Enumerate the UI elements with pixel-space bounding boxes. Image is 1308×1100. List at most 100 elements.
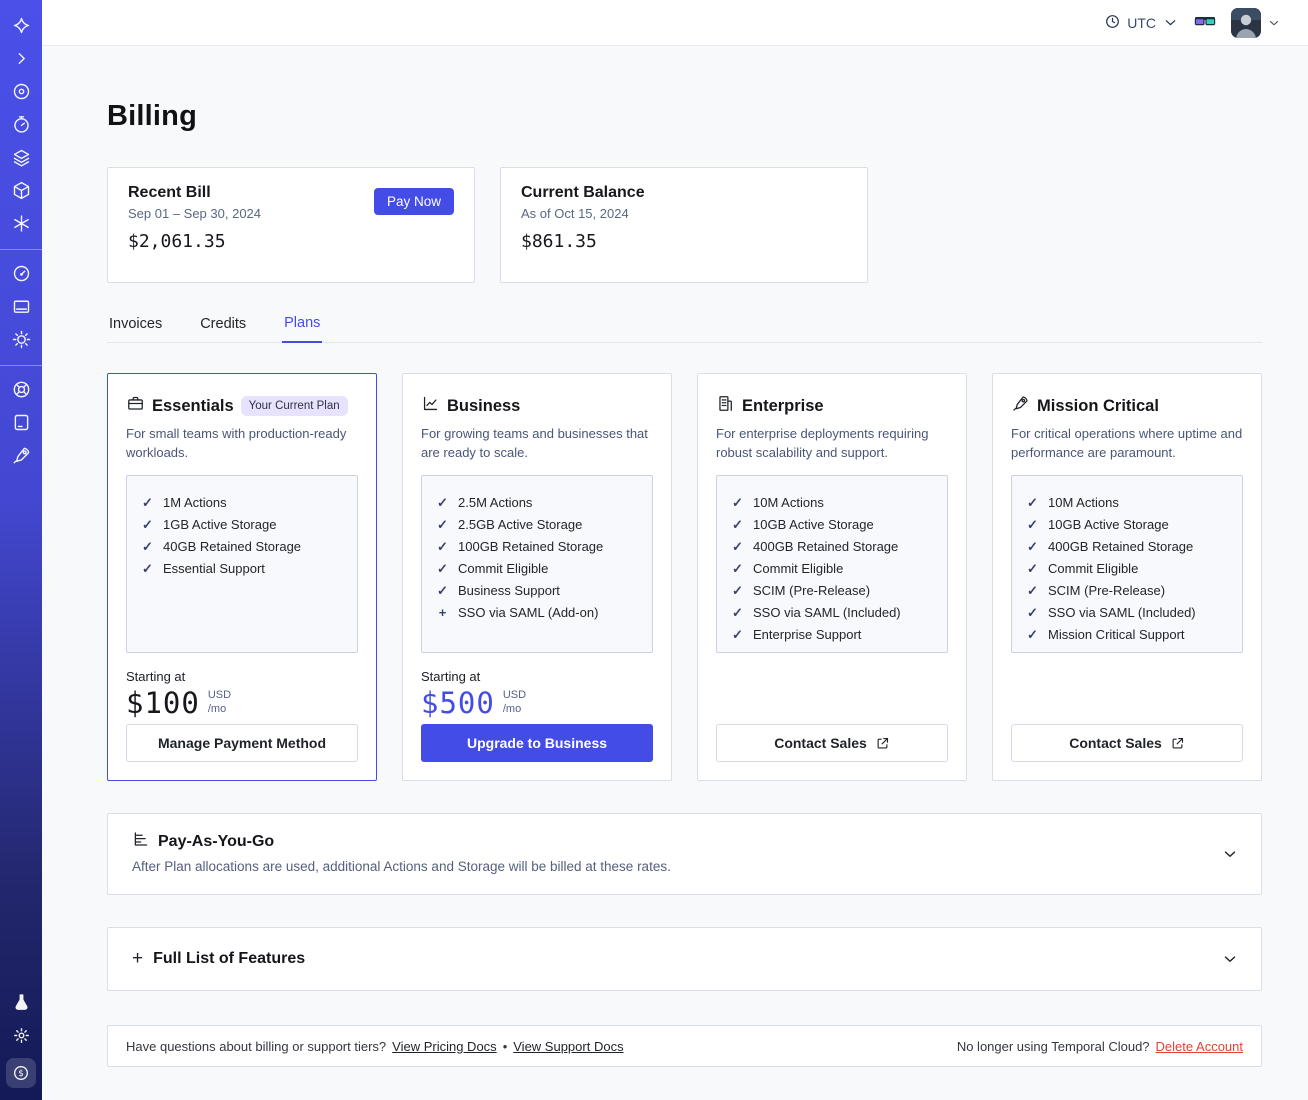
- layers-icon: [11, 147, 32, 171]
- sidebar-item-namespaces[interactable]: [0, 76, 42, 109]
- check-icon: ✓: [1027, 494, 1038, 510]
- sidebar-item-usage[interactable]: [0, 258, 42, 291]
- plan-description: For small teams with production-ready wo…: [126, 426, 347, 460]
- feature-item: ✓ 100GB Retained Storage: [436, 536, 638, 558]
- avatar: [1231, 7, 1261, 38]
- sidebar-item-schedules[interactable]: [0, 109, 42, 142]
- check-icon: ✓: [1027, 626, 1038, 642]
- timezone-selector[interactable]: UTC: [1104, 13, 1179, 33]
- sidebar-item-workflows[interactable]: [0, 175, 42, 208]
- plan-description: For critical operations where uptime and…: [1011, 426, 1243, 460]
- sidebar-item-deployments[interactable]: [0, 142, 42, 175]
- chevron-down-icon: [1165, 20, 1176, 26]
- delete-account-link[interactable]: Delete Account: [1156, 1039, 1243, 1054]
- plus-icon: +: [438, 604, 447, 620]
- rocket-icon: [11, 445, 32, 469]
- feature-item: ✓ 40GB Retained Storage: [141, 536, 343, 558]
- check-icon: ✓: [732, 494, 743, 510]
- plan-feature-box: ✓ 1M Actions ✓ 1GB Active Storage ✓ 40GB Re…: [126, 474, 358, 653]
- current-balance-asof: As of Oct 15, 2024: [521, 206, 629, 221]
- plan-card-essentials: Essentials Your Current Plan For small t…: [107, 373, 377, 781]
- check-icon: ✓: [142, 538, 153, 554]
- feature-label: 1GB Active Storage: [163, 516, 277, 532]
- feature-item: ✓ 2.5M Actions: [436, 492, 638, 514]
- briefcase-icon: [126, 394, 145, 418]
- feature-label: 10M Actions: [1048, 494, 1119, 510]
- user-menu[interactable]: [1231, 7, 1281, 38]
- plan-period: /mo: [207, 702, 227, 715]
- feature-label: Essential Support: [163, 560, 265, 576]
- sidebar-item-logo[interactable]: [0, 10, 42, 43]
- check-icon: ✓: [1027, 538, 1038, 554]
- current-balance-amount: $861.35: [521, 231, 597, 252]
- feature-item: ✓ 10M Actions: [731, 492, 933, 514]
- plan-card-business: Business For growing teams and businesse…: [402, 373, 672, 781]
- sidebar-item-billing-active[interactable]: $: [0, 1053, 42, 1088]
- check-icon: ✓: [142, 560, 153, 576]
- sidebar-item-support[interactable]: [0, 374, 42, 407]
- feature-label: Commit Eligible: [458, 560, 549, 576]
- sidebar-item-settings[interactable]: [0, 324, 42, 357]
- features-accordion[interactable]: + Full List of Features: [107, 927, 1262, 991]
- sidebar-item-expand[interactable]: [0, 43, 42, 76]
- check-icon: ✓: [437, 560, 448, 576]
- upgrade-business-button[interactable]: Upgrade to Business: [421, 724, 653, 762]
- tab-invoices[interactable]: Invoices: [107, 309, 164, 342]
- rocket-icon: [1011, 394, 1030, 418]
- sidebar-item-getting-started[interactable]: [0, 440, 42, 473]
- payg-title: Pay-As-You-Go: [158, 832, 275, 850]
- feature-label: SSO via SAML (Included): [1048, 604, 1196, 620]
- recent-bill-amount: $2,061.35: [128, 231, 226, 252]
- external-link-icon: [1172, 737, 1183, 748]
- manage-payment-button[interactable]: Manage Payment Method: [126, 724, 358, 762]
- check-icon: ✓: [437, 516, 448, 532]
- plan-feature-box: ✓ 10M Actions ✓ 10GB Active Storage ✓ 400GB…: [1011, 474, 1243, 653]
- svg-text:$: $: [18, 1069, 24, 1079]
- pricing-docs-link[interactable]: View Pricing Docs: [392, 1039, 497, 1054]
- sidebar-item-nexus[interactable]: [0, 208, 42, 241]
- starting-at-label: Starting at: [126, 668, 186, 684]
- feedback-glasses-button[interactable]: [1193, 9, 1217, 36]
- pay-now-button[interactable]: Pay Now: [373, 188, 454, 215]
- payg-subtitle: After Plan allocations are used, additio…: [132, 859, 671, 874]
- billing-tabs: Invoices Credits Plans: [107, 309, 1262, 343]
- current-balance-card: Current Balance As of Oct 15, 2024 $861.…: [500, 167, 868, 283]
- contact-sales-button[interactable]: Contact Sales: [716, 724, 948, 762]
- tab-plans[interactable]: Plans: [282, 309, 323, 343]
- card-icon: [11, 296, 32, 320]
- plan-price: $500: [421, 685, 495, 720]
- gauge-icon: [11, 263, 32, 287]
- feature-item: ✓ Commit Eligible: [731, 558, 933, 580]
- feature-label: Business Support: [458, 582, 560, 598]
- plan-feature-box: ✓ 10M Actions ✓ 10GB Active Storage ✓ 400GB…: [716, 474, 948, 653]
- feature-item: ✓ SSO via SAML (Included): [731, 602, 933, 624]
- check-icon: ✓: [437, 494, 448, 510]
- sidebar-item-docs[interactable]: [0, 407, 42, 440]
- current-plan-badge: Your Current Plan: [240, 396, 348, 416]
- check-icon: ✓: [1027, 516, 1038, 532]
- tab-credits[interactable]: Credits: [198, 309, 248, 342]
- feature-label: 2.5GB Active Storage: [458, 516, 583, 532]
- bar-chart-icon: [132, 830, 150, 853]
- bullet-separator: •: [502, 1038, 508, 1054]
- sidebar-item-labs[interactable]: [0, 987, 42, 1020]
- feature-label: Enterprise Support: [753, 626, 862, 642]
- temporal-logo-icon: [11, 15, 32, 39]
- sidebar-item-theme[interactable]: [0, 1020, 42, 1053]
- building-icon: [716, 394, 735, 418]
- feature-label: 1M Actions: [163, 494, 227, 510]
- feature-label: 10M Actions: [753, 494, 824, 510]
- feature-label: 400GB Retained Storage: [753, 538, 899, 554]
- plan-currency: USD: [502, 688, 527, 701]
- plan-feature-box: ✓ 2.5M Actions ✓ 2.5GB Active Storage ✓ 100…: [421, 474, 653, 653]
- plan-description: For growing teams and businesses that ar…: [421, 426, 648, 460]
- disc-icon: [11, 81, 32, 105]
- support-docs-link[interactable]: View Support Docs: [513, 1039, 623, 1054]
- check-icon: ✓: [1027, 604, 1038, 620]
- plan-name: Enterprise: [742, 396, 824, 415]
- feature-label: 2.5M Actions: [458, 494, 533, 510]
- clock-icon: [1104, 13, 1121, 33]
- contact-sales-button[interactable]: Contact Sales: [1011, 724, 1243, 762]
- sidebar-item-billing[interactable]: [0, 291, 42, 324]
- payg-accordion[interactable]: Pay-As-You-Go After Plan allocations are…: [107, 813, 1262, 895]
